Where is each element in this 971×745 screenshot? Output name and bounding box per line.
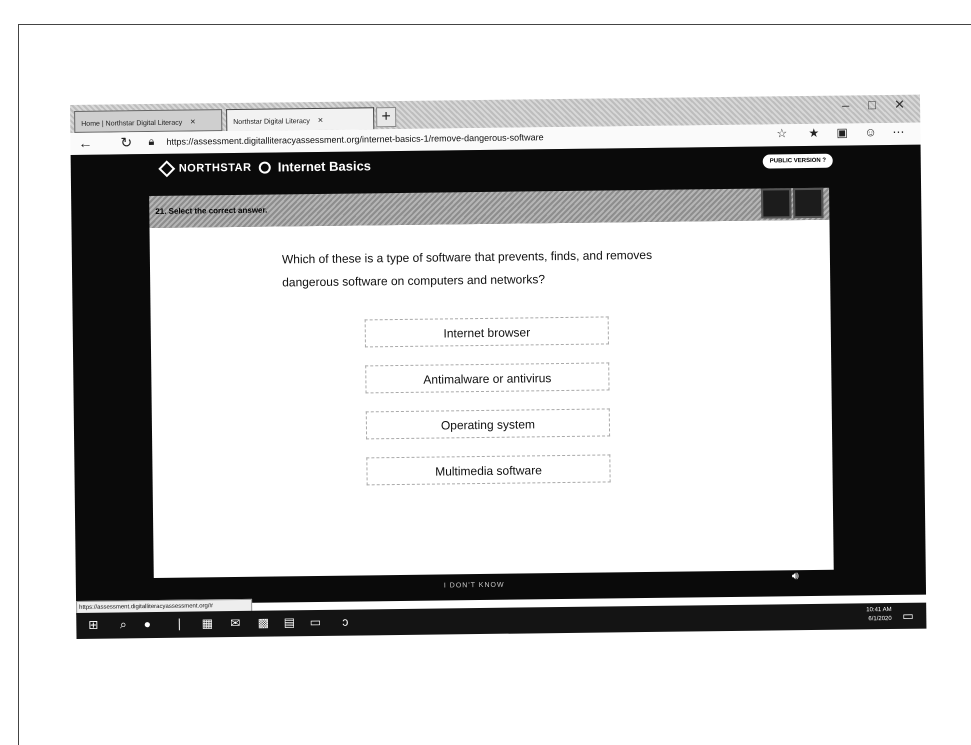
maximize-icon[interactable]: □ [868,97,876,112]
question-prompt: 21. Select the correct answer. [155,205,268,216]
question-panel: Which of these is a type of software tha… [149,219,834,579]
store-icon[interactable]: ▦ [200,616,214,630]
photos-icon[interactable]: ▩ [256,616,270,630]
globe-icon [258,161,271,174]
dont-know-button[interactable]: I DON'T KNOW [444,582,505,590]
back-icon[interactable]: ← [78,135,92,151]
badge-label: PUBLIC VERSION [769,157,821,165]
answer-option[interactable]: Internet browser [364,316,609,348]
close-icon[interactable]: × [318,115,323,125]
profile-icon[interactable]: ☺ [864,125,876,139]
file-explorer-icon[interactable]: ▭ [308,615,322,629]
close-window-icon[interactable]: ✕ [894,97,905,113]
edge-icon[interactable]: ↄ [338,615,352,629]
system-clock[interactable]: 10:41 AM 6/1/2020 [866,606,892,624]
notification-icon[interactable]: ▭ [902,609,914,623]
page-content: NORTHSTAR Internet Basics PUBLIC VERSION… [70,144,927,605]
minimize-icon[interactable]: – [842,97,849,112]
nav-square-left[interactable] [761,188,792,219]
close-icon[interactable]: × [190,116,195,126]
clock-time: 10:41 AM [866,607,892,614]
new-tab-button[interactable]: + [376,107,397,128]
favorite-icon[interactable]: ☆ [776,126,787,140]
tab-home[interactable]: Home | Northstar Digital Literacy × [74,109,223,133]
mail-icon[interactable]: ✉ [228,616,242,630]
lock-icon: 🔒︎ [148,135,155,149]
brand-text: NORTHSTAR [178,161,252,175]
speaker-icon[interactable]: 🔊︎ [792,570,799,583]
answer-option[interactable]: Antimalware or antivirus [365,362,610,394]
collections-icon[interactable]: ▣ [836,126,848,140]
tab-label: Northstar Digital Literacy [233,118,310,127]
cortana-icon[interactable]: ● [140,617,154,631]
northstar-logo[interactable]: NORTHSTAR [158,160,252,178]
tab-northstar[interactable]: Northstar Digital Literacy × [226,107,375,132]
windows-start-icon[interactable]: ⊞ [86,618,100,632]
public-version-badge[interactable]: PUBLIC VERSION ? [762,153,834,169]
refresh-icon[interactable]: ↻ [120,134,132,151]
more-icon[interactable]: ⋯ [892,125,904,139]
answer-option[interactable]: Multimedia software [366,454,611,486]
module-name: Internet Basics [277,158,372,175]
task-view-icon[interactable]: ∣ [172,617,186,631]
module-title: Internet Basics [258,158,372,175]
url-field[interactable]: https://assessment.digitalliteracyassess… [166,132,543,147]
screenshot: Home | Northstar Digital Literacy × Nort… [70,94,927,675]
answer-option[interactable]: Operating system [365,408,611,440]
favorites-list-icon[interactable]: ★ [808,126,819,140]
question-text: Which of these is a type of software tha… [281,247,653,290]
nav-square-right[interactable] [793,187,824,219]
clock-date: 6/1/2020 [868,615,892,623]
compass-icon [158,160,176,178]
search-icon[interactable]: ⌕ [116,617,130,631]
tab-label: Home | Northstar Digital Literacy [81,119,183,128]
calendar-icon[interactable]: ▤ [282,615,296,629]
